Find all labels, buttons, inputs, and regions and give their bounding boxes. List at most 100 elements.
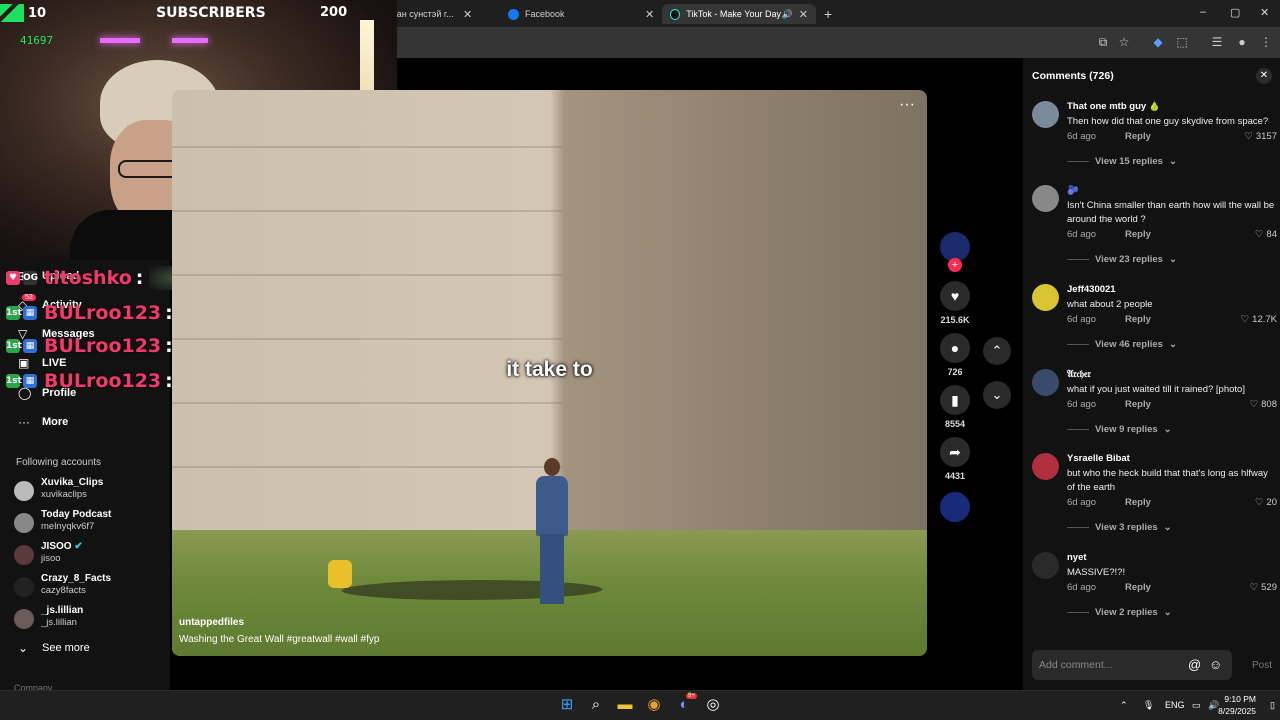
music-disc[interactable] [940, 492, 970, 522]
language-indicator[interactable]: ENG [1165, 700, 1185, 710]
notification-icon[interactable]: ▯ [1270, 700, 1275, 711]
app-icon[interactable]: ◎ [703, 695, 723, 715]
previous-video-button[interactable]: ⌃ [983, 337, 1011, 365]
reply-button[interactable]: Reply [1125, 314, 1151, 325]
avatar [14, 545, 34, 565]
following-account[interactable]: JISOO ✔ jisoo [14, 541, 164, 569]
bookmark-icon: ▮ [940, 385, 970, 415]
nav-live[interactable]: LIVE [42, 357, 66, 369]
avatar[interactable] [1032, 101, 1059, 128]
first-badge-icon: 1st [6, 339, 22, 353]
file-explorer-icon[interactable]: ▬ [615, 695, 635, 715]
minimize-button[interactable]: – [1200, 6, 1206, 18]
like-count: 215.6K [940, 315, 970, 325]
close-tab-icon[interactable]: ✕ [463, 8, 472, 21]
reply-button[interactable]: Reply [1125, 229, 1151, 240]
view-replies-button[interactable]: View 3 replies ⌄ [1067, 522, 1172, 533]
chrome-icon[interactable]: ◉ [644, 695, 664, 715]
video-menu-icon[interactable]: ··· [899, 96, 915, 114]
next-video-button[interactable]: ⌄ [983, 381, 1011, 409]
search-icon[interactable]: ⌕ [586, 695, 606, 715]
bookmark-star-icon[interactable]: ☆ [1117, 35, 1131, 49]
view-replies-button[interactable]: View 46 replies ⌄ [1067, 339, 1177, 350]
tab-tiktok[interactable]: TikTok - Make Your Day 🔊 ✕ [662, 4, 816, 24]
share-button[interactable]: ➦ 4431 [940, 437, 970, 481]
video-player[interactable]: it take to ··· untappedfiles Washing the… [172, 90, 927, 656]
comment-user[interactable]: Jeff430021 [1067, 284, 1116, 295]
view-replies-button[interactable]: View 15 replies ⌄ [1067, 156, 1177, 167]
avatar[interactable] [1032, 284, 1059, 311]
puzzle-icon[interactable]: ⬚ [1175, 35, 1189, 49]
following-account[interactable]: Today Podcast melnyqkv6f7 [14, 509, 164, 537]
extension-icon[interactable]: ◆ [1151, 35, 1165, 49]
sub-badge-icon: ▦ [23, 306, 37, 320]
windows-start-icon[interactable]: ⊞ [557, 695, 577, 715]
reply-button[interactable]: Reply [1125, 582, 1151, 593]
avatar[interactable] [1032, 552, 1059, 579]
following-account[interactable]: _js.lillian _js.lillian [14, 605, 164, 633]
tray-chevron-icon[interactable]: ⌃ [1120, 700, 1128, 711]
comment-likes[interactable]: ♡ 808 [1250, 399, 1277, 410]
microphone-icon[interactable]: 🎙 [1143, 700, 1154, 711]
avatar [14, 481, 34, 501]
close-window-button[interactable]: ✕ [1260, 6, 1269, 19]
emoji-icon[interactable]: ☺ [1209, 657, 1222, 672]
install-app-icon[interactable]: ⧉ [1096, 35, 1110, 49]
maximize-button[interactable]: ▢ [1230, 6, 1240, 19]
save-button[interactable]: ▮ 8554 [940, 385, 970, 429]
new-tab-button[interactable]: + [824, 4, 832, 24]
comment-likes[interactable]: ♡ 3157 [1244, 131, 1277, 142]
comment-user[interactable]: That one mtb guy 🍐 [1067, 101, 1161, 112]
following-account[interactable]: Xuvika_Clips xuvikaclips [14, 477, 164, 505]
video-caption: it take to [506, 358, 593, 381]
avatar [14, 513, 34, 533]
reply-button[interactable]: Reply [1125, 497, 1151, 508]
nav-more[interactable]: More [42, 416, 68, 428]
view-replies-button[interactable]: View 2 replies ⌄ [1067, 607, 1172, 618]
video-author[interactable]: untappedfiles [179, 617, 244, 628]
like-button[interactable]: ♥ 215.6K [940, 281, 970, 325]
comment-user[interactable]: nyet [1067, 552, 1087, 563]
close-comments-button[interactable]: ✕ [1256, 68, 1272, 84]
reply-button[interactable]: Reply [1125, 131, 1151, 142]
comment-like-count: 529 [1261, 582, 1277, 593]
add-comment-input[interactable]: Add comment... @ ☺ [1032, 650, 1232, 680]
comment-button[interactable]: ● 726 [940, 333, 970, 377]
comment-likes[interactable]: ♡ 529 [1250, 582, 1277, 593]
view-replies-button[interactable]: View 9 replies ⌄ [1067, 424, 1172, 435]
browser-menu-icon[interactable]: ⋮ [1259, 35, 1273, 49]
comment-likes[interactable]: ♡ 12.7K [1241, 314, 1277, 325]
avatar[interactable] [1032, 369, 1059, 396]
comment-likes[interactable]: ♡ 20 [1255, 497, 1277, 508]
follow-plus-icon[interactable]: + [948, 258, 962, 272]
account-name: Crazy_8_Facts [41, 573, 112, 584]
clock-time: 9:10 PM [1224, 694, 1256, 704]
see-more-button[interactable]: See more [42, 642, 90, 654]
post-button[interactable]: Post [1252, 660, 1272, 671]
reply-button[interactable]: Reply [1125, 399, 1151, 410]
comment-user[interactable]: 𝔄𝔯𝔠𝔥𝔢𝔯 [1067, 369, 1091, 380]
taskbar-clock[interactable]: 9:10 PM 8/29/2025 [1218, 693, 1256, 717]
close-tab-icon[interactable]: ✕ [645, 8, 654, 21]
reading-list-icon[interactable]: ☰ [1210, 35, 1224, 49]
comment-user[interactable]: 🫐 [1067, 185, 1079, 196]
overlay-counter: 41697 [20, 34, 54, 47]
speaker-icon[interactable]: 🔊 [782, 9, 793, 20]
subscriber-counter: 10 SUBSCRIBERS [0, 4, 266, 22]
more-icon: ··· [18, 415, 30, 429]
creator-avatar[interactable]: + [940, 232, 970, 272]
avatar[interactable] [1032, 185, 1059, 212]
avatar[interactable] [1032, 453, 1059, 480]
view-replies-button[interactable]: View 23 replies ⌄ [1067, 254, 1177, 265]
account-name: JISOO ✔ [41, 541, 83, 552]
comment-likes[interactable]: ♡ 84 [1255, 229, 1277, 240]
network-icon[interactable]: ▭ [1192, 700, 1201, 711]
profile-avatar-icon[interactable]: ● [1235, 35, 1249, 49]
comment-user[interactable]: Ysraelle Bibat [1067, 453, 1130, 464]
mention-icon[interactable]: @ [1188, 657, 1201, 672]
following-account[interactable]: Crazy_8_Facts cazy8facts [14, 573, 164, 601]
close-tab-icon[interactable]: ✕ [799, 8, 808, 21]
account-handle: cazy8facts [41, 585, 86, 596]
tab-facebook[interactable]: Facebook ✕ [508, 4, 654, 24]
view-replies-label: View 3 replies [1095, 522, 1158, 533]
